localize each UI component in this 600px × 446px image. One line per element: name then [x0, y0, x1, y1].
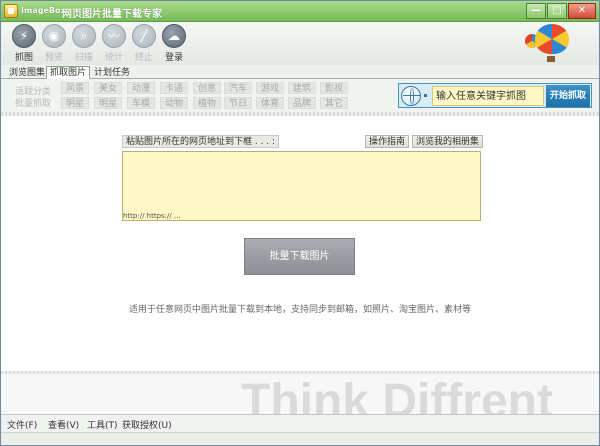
- stop-label: 终止: [134, 53, 153, 63]
- category-tag[interactable]: 美女: [94, 82, 122, 94]
- dropdown-dot-icon: [424, 94, 427, 97]
- start-capture-button[interactable]: 开始抓取: [546, 85, 590, 107]
- category-tag[interactable]: 明星: [94, 97, 122, 109]
- lightning-icon: ⚡: [12, 24, 36, 48]
- category-tag[interactable]: 节日: [224, 97, 252, 109]
- category-tag[interactable]: 卡通: [160, 82, 188, 94]
- menu-tools[interactable]: 工具(T): [87, 418, 118, 431]
- minimize-button[interactable]: —: [526, 3, 546, 19]
- login-label: 登录: [164, 53, 183, 63]
- url-input-header: 粘贴图片所在的网页地址到下框 . . . :: [122, 135, 280, 148]
- url-textarea[interactable]: [122, 151, 481, 221]
- tab-browse-albums[interactable]: 浏览图集: [5, 66, 49, 79]
- magnifier-icon: ⌕: [72, 24, 96, 48]
- menu-file[interactable]: 文件(F): [7, 418, 37, 431]
- hot-air-balloon-logo: [525, 24, 585, 64]
- tab-capture-images[interactable]: 抓取图片: [46, 66, 91, 79]
- balloon-icon: [535, 24, 569, 54]
- window-title: 网页图片批量下载专家: [62, 9, 162, 20]
- statistics-button[interactable]: 〰 统计: [99, 24, 129, 63]
- category-tag[interactable]: 动物: [160, 97, 188, 109]
- operation-guide-button[interactable]: 操作指南: [365, 135, 410, 148]
- menu-get-license[interactable]: 获取授权(U): [122, 418, 172, 431]
- globe-icon[interactable]: [401, 86, 421, 106]
- statistics-label: 统计: [104, 53, 123, 63]
- category-tag[interactable]: 品牌: [288, 97, 316, 109]
- capture-button[interactable]: ⚡ 抓图: [9, 24, 39, 63]
- category-tag[interactable]: 汽车: [224, 82, 252, 94]
- title-bar[interactable]: ImageBox 网页图片批量下载专家 — □ ✕: [1, 1, 599, 22]
- category-tag[interactable]: 车模: [127, 97, 155, 109]
- category-tag[interactable]: 植物: [193, 97, 221, 109]
- batch-download-button[interactable]: 批量下载图片: [244, 238, 355, 275]
- category-tag[interactable]: 动漫: [127, 82, 155, 94]
- preview-button[interactable]: ◉ 预览: [39, 24, 69, 63]
- category-tag[interactable]: 创意: [193, 82, 221, 94]
- category-tag[interactable]: 体育: [256, 97, 284, 109]
- menu-bar: 文件(F) 查看(V) 工具(T) 获取授权(U): [1, 414, 599, 432]
- category-tag[interactable]: 影视: [320, 82, 348, 94]
- url-hint: http:// https:// ...: [123, 212, 181, 220]
- category-tag[interactable]: 明星: [61, 97, 89, 109]
- close-button[interactable]: ✕: [568, 3, 596, 19]
- scan-label: 扫描: [74, 53, 93, 63]
- login-button[interactable]: ☁ 登录: [159, 24, 189, 63]
- stop-icon: ╱: [132, 24, 156, 48]
- preview-label: 预览: [44, 53, 63, 63]
- description-text: 适用于任意网页中图片批量下载到本地，支持同步到邮箱，如照片、淘宝图片、素材等: [128, 305, 471, 315]
- keyword-search-input[interactable]: [432, 86, 544, 106]
- category-tag[interactable]: 风景: [61, 82, 89, 94]
- category-tag[interactable]: 建筑: [288, 82, 316, 94]
- maximize-button[interactable]: □: [547, 3, 567, 19]
- app-window: ImageBox 网页图片批量下载专家 — □ ✕ ⚡ 抓图 ◉ 预览 ⌕ 扫描…: [0, 0, 600, 446]
- capture-label: 抓图: [14, 53, 33, 63]
- scan-button[interactable]: ⌕ 扫描: [69, 24, 99, 63]
- wave-icon: 〰: [102, 24, 126, 48]
- tab-scheduled-tasks[interactable]: 计划任务: [90, 66, 134, 79]
- keyword-search-box: 开始抓取: [398, 83, 592, 108]
- eye-icon: ◉: [42, 24, 66, 48]
- brand-name: ImageBox: [21, 6, 66, 15]
- category-tag[interactable]: 其它: [320, 97, 348, 109]
- stop-button[interactable]: ╱ 终止: [129, 24, 159, 63]
- main-panel: 粘贴图片所在的网页地址到下框 . . . : 操作指南 浏览我的相册集 http…: [1, 116, 599, 371]
- category-tag[interactable]: 游戏: [256, 82, 284, 94]
- browse-albums-button[interactable]: 浏览我的相册集: [412, 135, 484, 148]
- status-bar: [1, 432, 599, 445]
- app-logo-icon: [4, 4, 18, 18]
- menu-view[interactable]: 查看(V): [48, 418, 79, 431]
- tab-bar: 浏览图集 抓取图片 计划任务: [1, 65, 599, 79]
- decorative-footer: Think Diffrent: [1, 374, 599, 414]
- toolbar: ⚡ 抓图 ◉ 预览 ⌕ 扫描 〰 统计 ╱ 终止 ☁ 登录: [1, 22, 599, 65]
- balloon-basket: [547, 56, 555, 62]
- window-controls: — □ ✕: [526, 3, 596, 19]
- cloud-upload-icon: ☁: [162, 24, 186, 48]
- watermark-text: Think Diffrent: [241, 375, 553, 414]
- batch-capture-label: 批量抓取: [15, 99, 52, 109]
- category-panel: 话题分类 批量抓取 风景 美女 动漫 卡通 创意 汽车 游戏 建筑 影视 明星 …: [1, 79, 599, 112]
